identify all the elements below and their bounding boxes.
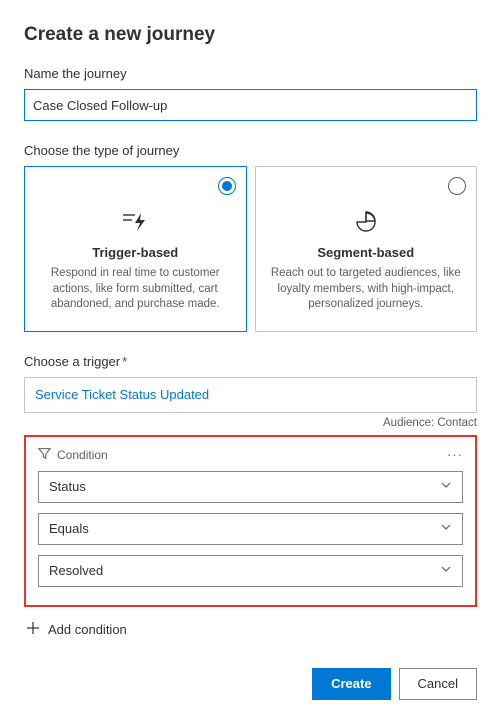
condition-box: Condition ··· Status Equals Resolved (24, 435, 477, 607)
type-card-segment-title: Segment-based (270, 245, 463, 260)
type-card-trigger-desc: Respond in real time to customer actions… (39, 266, 232, 313)
type-card-segment[interactable]: Segment-based Reach out to targeted audi… (255, 166, 478, 332)
type-card-segment-desc: Reach out to targeted audiences, like lo… (270, 266, 463, 313)
trigger-section: Choose a trigger* Service Ticket Status … (24, 354, 477, 429)
trigger-input[interactable]: Service Ticket Status Updated (24, 377, 477, 413)
trigger-value: Service Ticket Status Updated (35, 387, 209, 402)
type-card-trigger[interactable]: Trigger-based Respond in real time to cu… (24, 166, 247, 332)
create-button[interactable]: Create (312, 668, 390, 700)
cancel-button[interactable]: Cancel (399, 668, 477, 700)
filter-icon (38, 447, 51, 463)
condition-operator-dropdown[interactable]: Equals (38, 513, 463, 545)
trigger-label: Choose a trigger* (24, 354, 477, 369)
type-label: Choose the type of journey (24, 143, 477, 158)
plus-icon (26, 621, 40, 638)
type-card-trigger-title: Trigger-based (39, 245, 232, 260)
journey-name-input[interactable] (24, 89, 477, 121)
pie-chart-icon (270, 209, 463, 235)
name-section: Name the journey (24, 66, 477, 121)
radio-trigger[interactable] (218, 177, 236, 195)
type-section: Choose the type of journey Trigger-based… (24, 143, 477, 332)
condition-value-dropdown[interactable]: Resolved (38, 555, 463, 587)
condition-operator-value: Equals (49, 521, 89, 536)
radio-segment[interactable] (448, 177, 466, 195)
condition-field-value: Status (49, 479, 86, 494)
condition-more-icon[interactable]: ··· (447, 447, 463, 462)
condition-header-label: Condition (57, 448, 108, 462)
lightning-icon (39, 209, 232, 235)
add-condition-label: Add condition (48, 622, 127, 637)
chevron-down-icon (440, 563, 452, 578)
footer: Create Cancel (24, 668, 477, 700)
page-title: Create a new journey (24, 24, 477, 46)
add-condition-button[interactable]: Add condition (24, 621, 477, 638)
audience-label: Audience: Contact (24, 417, 477, 429)
required-star: * (122, 354, 127, 369)
chevron-down-icon (440, 521, 452, 536)
name-label: Name the journey (24, 66, 477, 81)
chevron-down-icon (440, 479, 452, 494)
condition-match-value: Resolved (49, 563, 103, 578)
condition-field-dropdown[interactable]: Status (38, 471, 463, 503)
